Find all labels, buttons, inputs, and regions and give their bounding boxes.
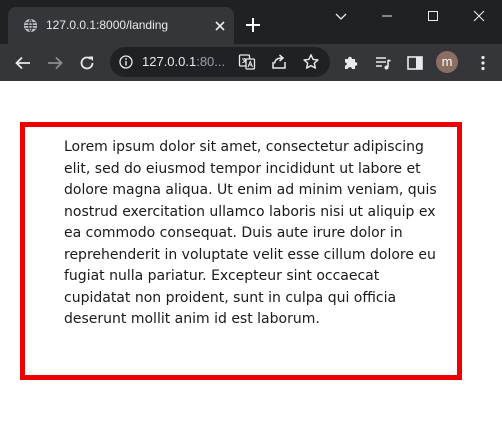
globe-icon	[23, 18, 38, 33]
new-tab-plus-icon[interactable]	[245, 17, 261, 33]
browser-toolbar: 127.0.0.1:80... m	[0, 44, 502, 81]
close-tab-icon[interactable]	[214, 20, 226, 32]
info-icon[interactable]	[119, 55, 133, 69]
lorem-paragraph: Lorem ipsum dolor sit amet, consectetur …	[64, 139, 437, 327]
url-path: :80...	[196, 54, 226, 69]
bordered-content-box: Lorem ipsum dolor sit amet, consectetur …	[20, 122, 462, 380]
star-icon[interactable]	[302, 53, 320, 71]
close-window-button[interactable]	[456, 0, 502, 32]
translate-icon[interactable]	[238, 53, 256, 71]
tab-strip: 127.0.0.1:8000/landing	[0, 0, 502, 44]
address-bar[interactable]: 127.0.0.1:80...	[110, 47, 330, 77]
chevron-down-icon	[335, 13, 347, 20]
reload-icon[interactable]	[78, 54, 96, 72]
url-text[interactable]: 127.0.0.1:80...	[142, 54, 225, 69]
maximize-icon	[428, 11, 438, 21]
back-arrow-icon[interactable]	[14, 54, 32, 72]
active-tab[interactable]: 127.0.0.1:8000/landing	[8, 7, 234, 44]
close-icon	[473, 10, 485, 22]
kebab-menu-icon[interactable]	[474, 54, 492, 72]
puzzle-icon[interactable]	[342, 54, 360, 72]
profile-avatar[interactable]: m	[436, 51, 458, 73]
media-control-icon[interactable]	[374, 54, 392, 72]
tab-title: 127.0.0.1:8000/landing	[46, 18, 169, 32]
forward-arrow-icon[interactable]	[46, 54, 64, 72]
minimize-button[interactable]	[364, 0, 410, 32]
minimize-icon	[382, 15, 392, 17]
share-icon[interactable]	[270, 53, 288, 71]
side-panel-icon[interactable]	[406, 54, 424, 72]
url-host: 127.0.0.1	[142, 54, 197, 69]
maximize-button[interactable]	[410, 0, 456, 32]
tab-search-button[interactable]	[318, 0, 364, 32]
